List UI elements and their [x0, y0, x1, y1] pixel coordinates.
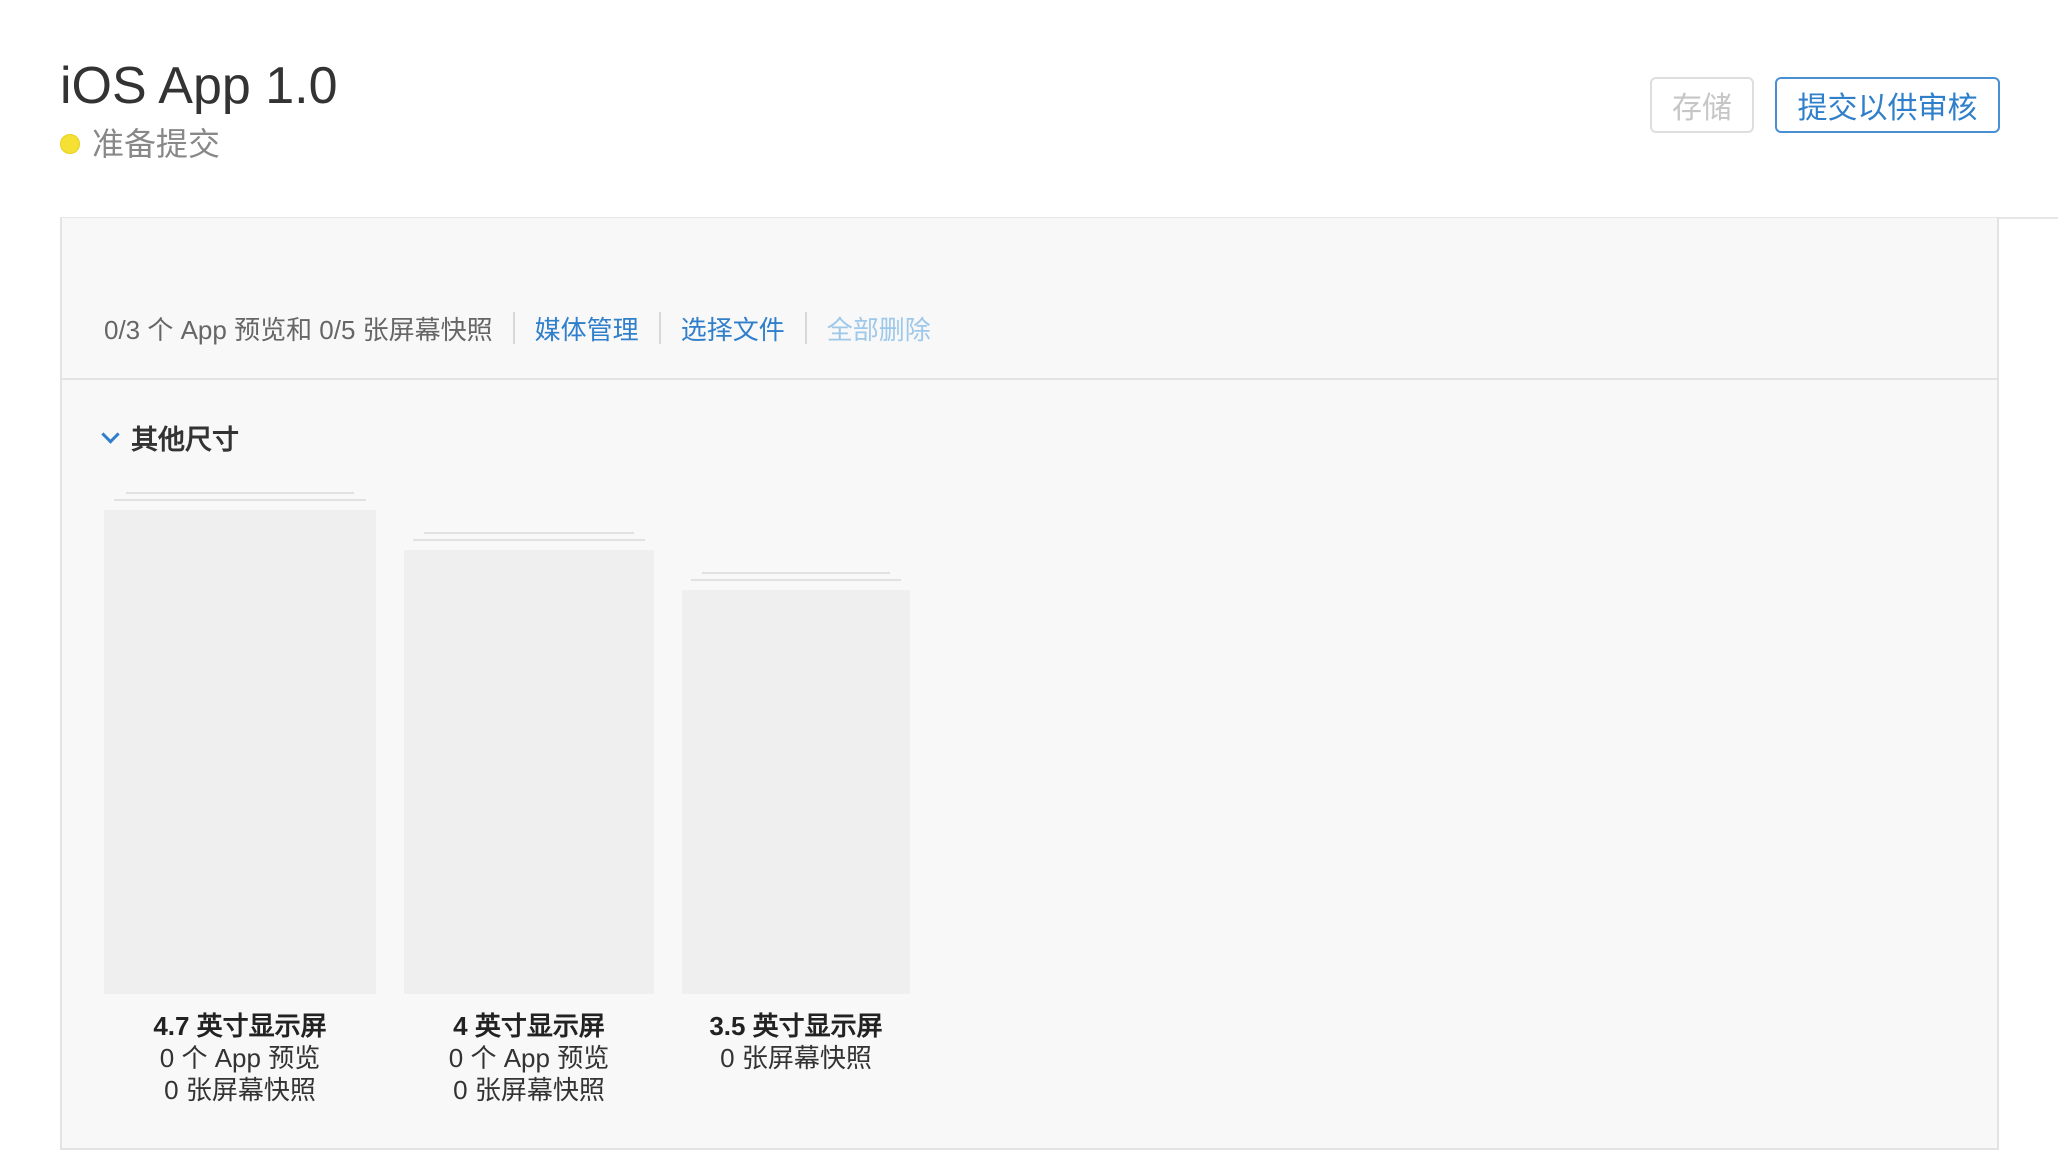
slot-screenshot-count: 0 张屏幕快照 — [164, 1075, 316, 1105]
section-title: 其他尺寸 — [131, 425, 239, 455]
slot-caption: 4 英寸显示屏 0 个 App 预览 0 张屏幕快照 — [404, 1010, 654, 1106]
toolbar-divider — [804, 312, 807, 344]
media-manage-link[interactable]: 媒体管理 — [535, 310, 639, 347]
save-button[interactable]: 存储 — [1650, 77, 1754, 133]
slot-caption: 3.5 英寸显示屏 0 张屏幕快照 — [682, 1010, 910, 1074]
choose-file-link[interactable]: 选择文件 — [681, 310, 785, 347]
other-sizes-toggle[interactable]: 其他尺寸 — [101, 418, 239, 457]
media-panel: 0/3 个 App 预览和 0/5 张屏幕快照 媒体管理 选择文件 全部删除 其… — [60, 218, 1999, 1150]
screenshot-slot-4[interactable] — [404, 532, 654, 994]
toolbar-divider — [512, 312, 515, 344]
slot-title: 4.7 英寸显示屏 — [153, 1011, 327, 1041]
slot-stack-edge — [424, 532, 634, 534]
media-toolbar: 0/3 个 App 预览和 0/5 张屏幕快照 媒体管理 选择文件 全部删除 — [104, 306, 931, 350]
status-indicator: 准备提交 — [60, 124, 220, 164]
slot-stack-edge — [114, 499, 366, 501]
screenshot-slot-3-5[interactable] — [682, 572, 910, 994]
panel-divider — [62, 378, 1997, 380]
slot-preview-count: 0 个 App 预览 — [448, 1043, 610, 1073]
slot-stack-edge — [413, 539, 645, 541]
slot-caption: 4.7 英寸显示屏 0 个 App 预览 0 张屏幕快照 — [104, 1010, 376, 1106]
submit-for-review-button[interactable]: 提交以供审核 — [1775, 77, 2000, 133]
slot-stack-edge — [702, 572, 890, 574]
slot-preview-count: 0 个 App 预览 — [159, 1043, 321, 1073]
slot-stack-edge — [691, 579, 901, 581]
screenshot-slot-4-7[interactable] — [104, 492, 376, 994]
slot-title: 4 英寸显示屏 — [453, 1011, 605, 1041]
slot-dropzone[interactable] — [404, 550, 654, 994]
slot-stack-edge — [126, 492, 354, 494]
slot-screenshot-count: 0 张屏幕快照 — [720, 1043, 872, 1073]
status-text: 准备提交 — [92, 126, 221, 162]
delete-all-link[interactable]: 全部删除 — [827, 310, 931, 347]
chevron-down-icon — [101, 425, 120, 444]
status-dot-icon — [60, 134, 80, 154]
slot-dropzone[interactable] — [104, 510, 376, 994]
toolbar-divider — [658, 312, 661, 344]
page-title: iOS App 1.0 — [60, 57, 338, 115]
slot-dropzone[interactable] — [682, 590, 910, 994]
slot-screenshot-count: 0 张屏幕快照 — [453, 1075, 605, 1105]
media-count-text: 0/3 个 App 预览和 0/5 张屏幕快照 — [104, 314, 493, 345]
slot-title: 3.5 英寸显示屏 — [709, 1011, 883, 1041]
